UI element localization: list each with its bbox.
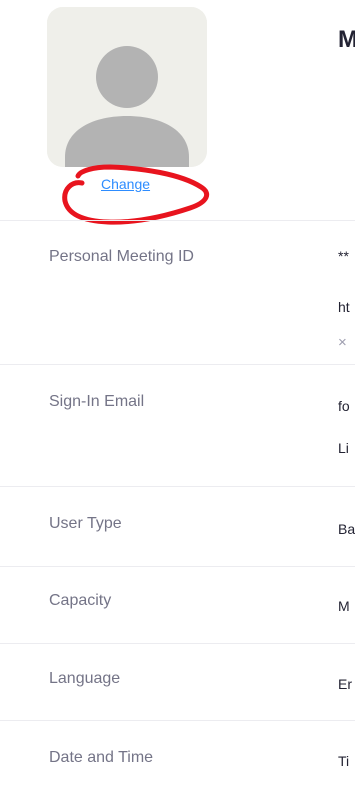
capacity-value: M [338, 598, 350, 614]
close-icon[interactable]: × [338, 334, 347, 351]
language-row: Language Er [0, 643, 355, 721]
personal-meeting-id-value: ** [338, 248, 349, 264]
user-type-row: User Type Ba [0, 486, 355, 567]
change-photo-link[interactable]: Change [101, 176, 150, 192]
linked-accounts-value: Li [338, 440, 349, 456]
profile-header: Change M [0, 0, 355, 225]
language-label: Language [49, 670, 121, 687]
date-and-time-row: Date and Time Ti [0, 720, 355, 797]
capacity-row: Capacity M [0, 566, 355, 644]
display-name: M [338, 26, 355, 53]
sign-in-email-value: fo [338, 398, 350, 414]
personal-meeting-url[interactable]: ht [338, 299, 350, 315]
avatar[interactable] [47, 7, 207, 167]
language-value: Er [338, 676, 352, 692]
sign-in-email-row: Sign-In Email fo Li [0, 364, 355, 487]
personal-meeting-id-label: Personal Meeting ID [49, 248, 194, 265]
user-type-value: Ba [338, 521, 355, 537]
capacity-label: Capacity [49, 592, 112, 609]
date-and-time-value: Ti [338, 753, 350, 769]
default-user-icon [47, 7, 207, 167]
sign-in-email-label: Sign-In Email [49, 393, 145, 410]
date-and-time-label: Date and Time [49, 749, 154, 766]
user-type-label: User Type [49, 515, 122, 532]
personal-meeting-id-row: Personal Meeting ID ** ht × [0, 220, 355, 365]
